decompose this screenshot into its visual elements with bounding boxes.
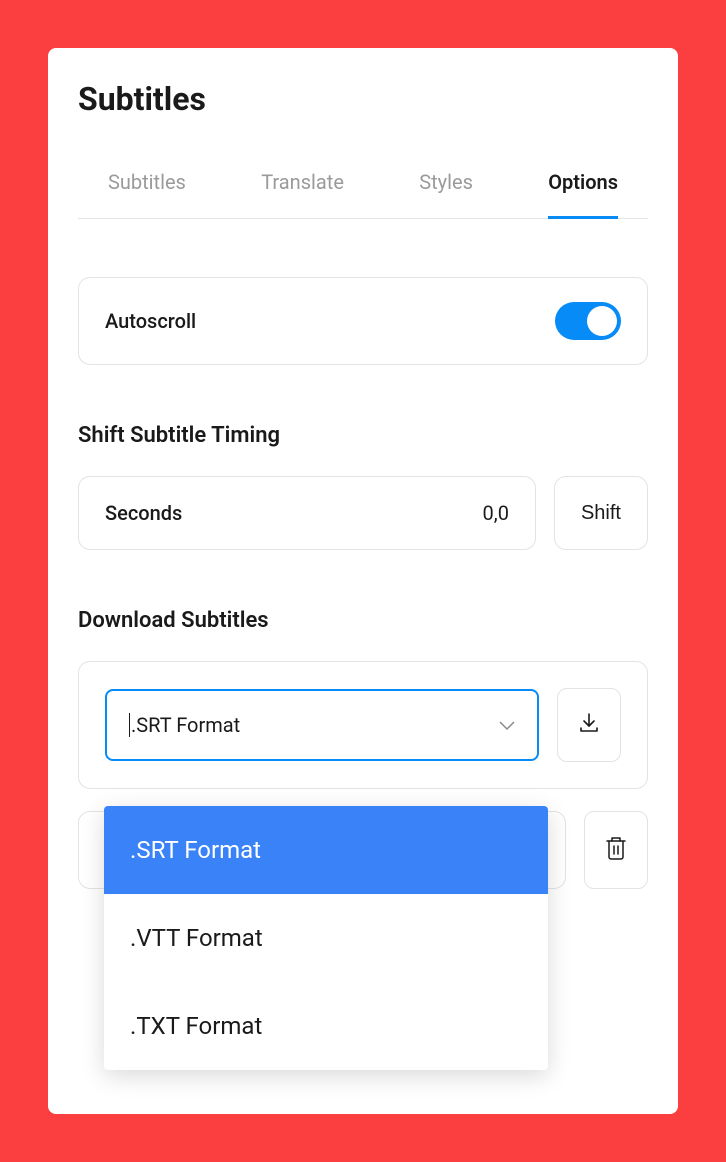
subtitles-panel: Subtitles Subtitles Translate Styles Opt…	[48, 48, 678, 1114]
download-card: .SRT Format	[78, 661, 648, 789]
shift-button[interactable]: Shift	[554, 476, 648, 550]
format-select-value: .SRT Format	[129, 713, 240, 737]
shift-title: Shift Subtitle Timing	[78, 423, 648, 448]
tab-options[interactable]: Options	[548, 158, 618, 219]
delete-button[interactable]	[584, 811, 648, 889]
page-title: Subtitles	[78, 80, 648, 118]
download-button[interactable]	[557, 688, 621, 762]
format-option-vtt[interactable]: .VTT Format	[104, 894, 548, 982]
tab-subtitles[interactable]: Subtitles	[108, 158, 186, 219]
autoscroll-toggle[interactable]	[555, 302, 621, 340]
chevron-down-icon	[499, 716, 515, 735]
format-select[interactable]: .SRT Format	[105, 689, 539, 761]
autoscroll-label: Autoscroll	[105, 309, 196, 333]
seconds-label: Seconds	[105, 501, 182, 525]
shift-row: Seconds 0,0 Shift	[78, 476, 648, 550]
trash-icon	[604, 835, 628, 865]
autoscroll-card: Autoscroll	[78, 277, 648, 365]
tabs: Subtitles Translate Styles Options	[78, 158, 648, 219]
toggle-knob	[587, 306, 617, 336]
format-dropdown: .SRT Format .VTT Format .TXT Format	[104, 806, 548, 1070]
download-title: Download Subtitles	[78, 608, 648, 633]
seconds-value: 0,0	[483, 501, 509, 525]
format-option-txt[interactable]: .TXT Format	[104, 982, 548, 1070]
tab-styles[interactable]: Styles	[419, 158, 473, 219]
download-icon	[577, 711, 601, 739]
format-option-srt[interactable]: .SRT Format	[104, 806, 548, 894]
tab-translate[interactable]: Translate	[261, 158, 344, 219]
seconds-input[interactable]: Seconds 0,0	[78, 476, 536, 550]
